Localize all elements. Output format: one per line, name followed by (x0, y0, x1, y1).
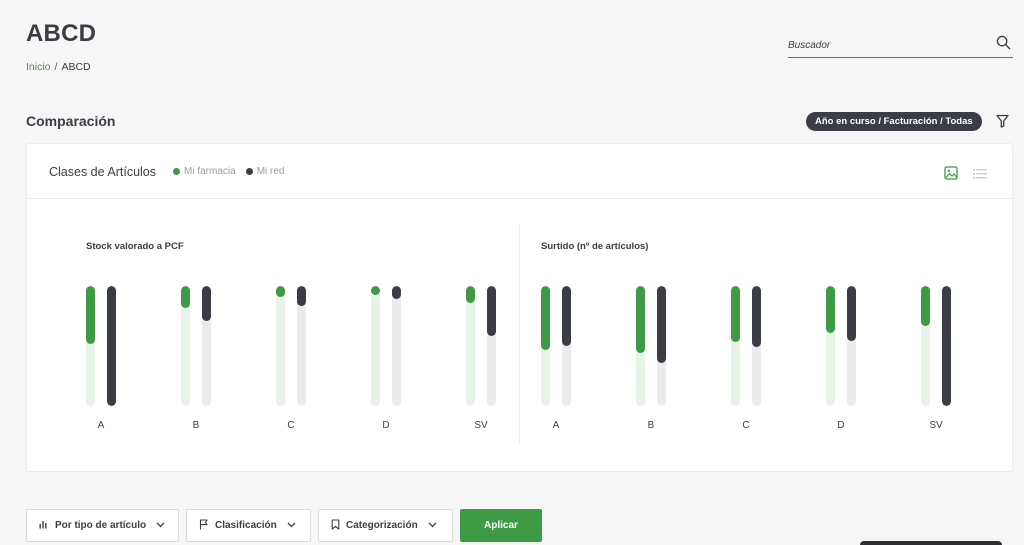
category-label: B (192, 420, 200, 431)
classification-dropdown[interactable]: Clasificación (186, 509, 311, 542)
bar-mi-red-a[interactable] (107, 286, 116, 406)
bar-chart-icon (39, 519, 49, 532)
bar-track-mi-farmacia-d (371, 286, 380, 406)
bar-track-mi-red-sv (487, 286, 496, 406)
by-article-type-dropdown[interactable]: Por tipo de artículo (26, 509, 179, 542)
bar-mi-red-d[interactable] (392, 286, 401, 299)
filter-summary-badge[interactable]: Año en curso / Facturación / Todas (806, 112, 982, 131)
bar-track-mi-farmacia-b (181, 286, 190, 406)
chart-title-stock: Stock valorado a PCF (86, 241, 184, 252)
bar-mi-farmacia-d[interactable] (371, 286, 380, 295)
legend-label: Mi farmacia (184, 166, 236, 177)
bar-mi-farmacia-b[interactable] (636, 286, 645, 353)
bar-track-mi-farmacia-sv (466, 286, 475, 406)
card-title: Clases de Artículos (49, 165, 156, 179)
category-label: A (552, 420, 560, 431)
bar-track-mi-red-a (107, 286, 116, 406)
chart-legend: Mi farmacia Mi red (173, 166, 284, 177)
list-view-icon[interactable] (973, 167, 987, 185)
by-article-type-label: Por tipo de artículo (55, 520, 147, 531)
search-icon[interactable] (996, 35, 1011, 55)
breadcrumb: Inicio / ABCD (26, 61, 91, 73)
page-title: ABCD (26, 20, 97, 47)
chevron-down-icon (428, 520, 437, 531)
bar-mi-farmacia-sv[interactable] (921, 286, 930, 326)
filter-icon[interactable] (996, 114, 1009, 133)
category-label: C (287, 420, 295, 431)
bar-track-mi-farmacia-d (826, 286, 835, 406)
category-label: A (97, 420, 105, 431)
bar-track-mi-red-a (562, 286, 571, 406)
search-input[interactable] (788, 34, 983, 54)
legend-item-mi-red: Mi red (245, 166, 285, 177)
floating-panel-edge (860, 541, 1002, 545)
chart-title-surtido: Surtido (nº de artículos) (541, 241, 649, 252)
bar-track-mi-farmacia-a (86, 286, 95, 406)
categorization-dropdown[interactable]: Categorización (318, 509, 453, 542)
bar-mi-red-b[interactable] (657, 286, 666, 363)
bar-track-mi-red-b (202, 286, 211, 406)
bookmark-icon (331, 518, 340, 533)
bar-mi-red-c[interactable] (752, 286, 761, 347)
bar-track-mi-red-d (847, 286, 856, 406)
chevron-down-icon (156, 520, 165, 531)
bar-mi-farmacia-d[interactable] (826, 286, 835, 333)
section-title: Comparación (26, 113, 116, 129)
bar-track-mi-farmacia-b (636, 286, 645, 406)
image-view-icon[interactable] (944, 166, 958, 185)
bar-mi-farmacia-b[interactable] (181, 286, 190, 308)
flag-icon (199, 518, 209, 533)
bar-track-mi-farmacia-sv (921, 286, 930, 406)
filter-toolbar: Por tipo de artículo Clasificación Categ… (26, 509, 542, 542)
bar-mi-farmacia-a[interactable] (86, 286, 95, 344)
bar-track-mi-red-c (752, 286, 761, 406)
bar-track-mi-farmacia-c (731, 286, 740, 406)
article-classes-card: Clases de Artículos Mi farmacia Mi red S… (26, 143, 1013, 472)
chevron-down-icon (287, 520, 296, 531)
apply-button[interactable]: Aplicar (460, 509, 542, 542)
categorization-label: Categorización (346, 520, 418, 531)
breadcrumb-current: ABCD (61, 61, 91, 73)
card-header: Clases de Artículos Mi farmacia Mi red (27, 144, 1012, 199)
bar-mi-red-b[interactable] (202, 286, 211, 321)
bar-track-mi-red-d (392, 286, 401, 406)
search-box (788, 34, 1013, 58)
bar-mi-red-d[interactable] (847, 286, 856, 341)
category-label: SV (474, 420, 488, 431)
chart-divider (519, 224, 520, 444)
category-label: D (837, 420, 845, 431)
legend-dot-green (173, 168, 180, 175)
bar-mi-red-c[interactable] (297, 286, 306, 306)
bar-mi-farmacia-c[interactable] (276, 286, 285, 297)
bar-track-mi-red-b (657, 286, 666, 406)
breadcrumb-separator: / (54, 61, 58, 73)
classification-label: Clasificación (215, 520, 277, 531)
bar-track-mi-red-sv (942, 286, 951, 406)
bar-mi-red-sv[interactable] (942, 286, 951, 406)
bar-mi-farmacia-c[interactable] (731, 286, 740, 342)
bar-track-mi-red-c (297, 286, 306, 406)
category-label: C (742, 420, 750, 431)
bar-mi-red-a[interactable] (562, 286, 571, 346)
legend-label: Mi red (256, 166, 285, 177)
bar-track-mi-farmacia-c (276, 286, 285, 406)
category-label: SV (929, 420, 943, 431)
legend-item-mi-farmacia: Mi farmacia (173, 166, 236, 177)
bar-mi-red-sv[interactable] (487, 286, 496, 336)
bar-mi-farmacia-a[interactable] (541, 286, 550, 350)
breadcrumb-home-link[interactable]: Inicio (26, 61, 51, 73)
category-label: B (647, 420, 655, 431)
category-label: D (382, 420, 390, 431)
legend-dot-dark (245, 168, 253, 175)
bar-mi-farmacia-sv[interactable] (466, 286, 475, 303)
bar-track-mi-farmacia-a (541, 286, 550, 406)
